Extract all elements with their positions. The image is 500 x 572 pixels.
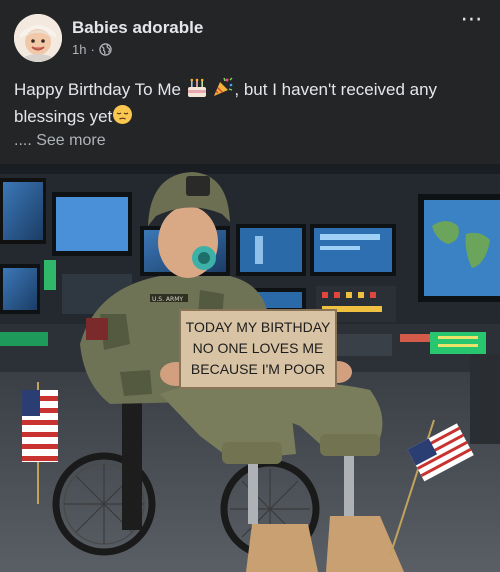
page-name[interactable]: Babies adorable [72,18,203,38]
globe-icon [99,43,112,56]
post-header: Babies adorable 1h · ⋯ [0,0,500,66]
soldier-photo-illustration: U.S. ARMY TODAY MY BIRTHDAY NO ONE LOVES… [0,164,500,572]
post-meta: 1h · [72,42,112,57]
post-caption: Happy Birthday To Me , but I haven't rec… [14,76,488,130]
party-popper-icon [214,77,233,96]
american-flag-left [22,390,58,462]
sign-line-2: NO ONE LOVES ME [193,340,324,356]
sign-line-3: BECAUSE I'M POOR [191,361,325,377]
caption-text-start: Happy Birthday To Me [14,80,181,99]
meta-separator: · [90,42,95,57]
page-avatar[interactable] [14,14,62,62]
see-more-link[interactable]: .... See more [14,132,106,150]
more-options-icon[interactable]: ⋯ [456,8,488,34]
post-time[interactable]: 1h [72,42,86,57]
pensive-face-icon [113,105,133,124]
post-photo[interactable]: U.S. ARMY TODAY MY BIRTHDAY NO ONE LOVES… [0,164,500,572]
birthday-cake-icon [187,78,206,97]
army-tape-label: U.S. ARMY [152,296,183,303]
sign-line-1: TODAY MY BIRTHDAY [186,319,331,335]
baby-avatar-icon [14,14,62,62]
